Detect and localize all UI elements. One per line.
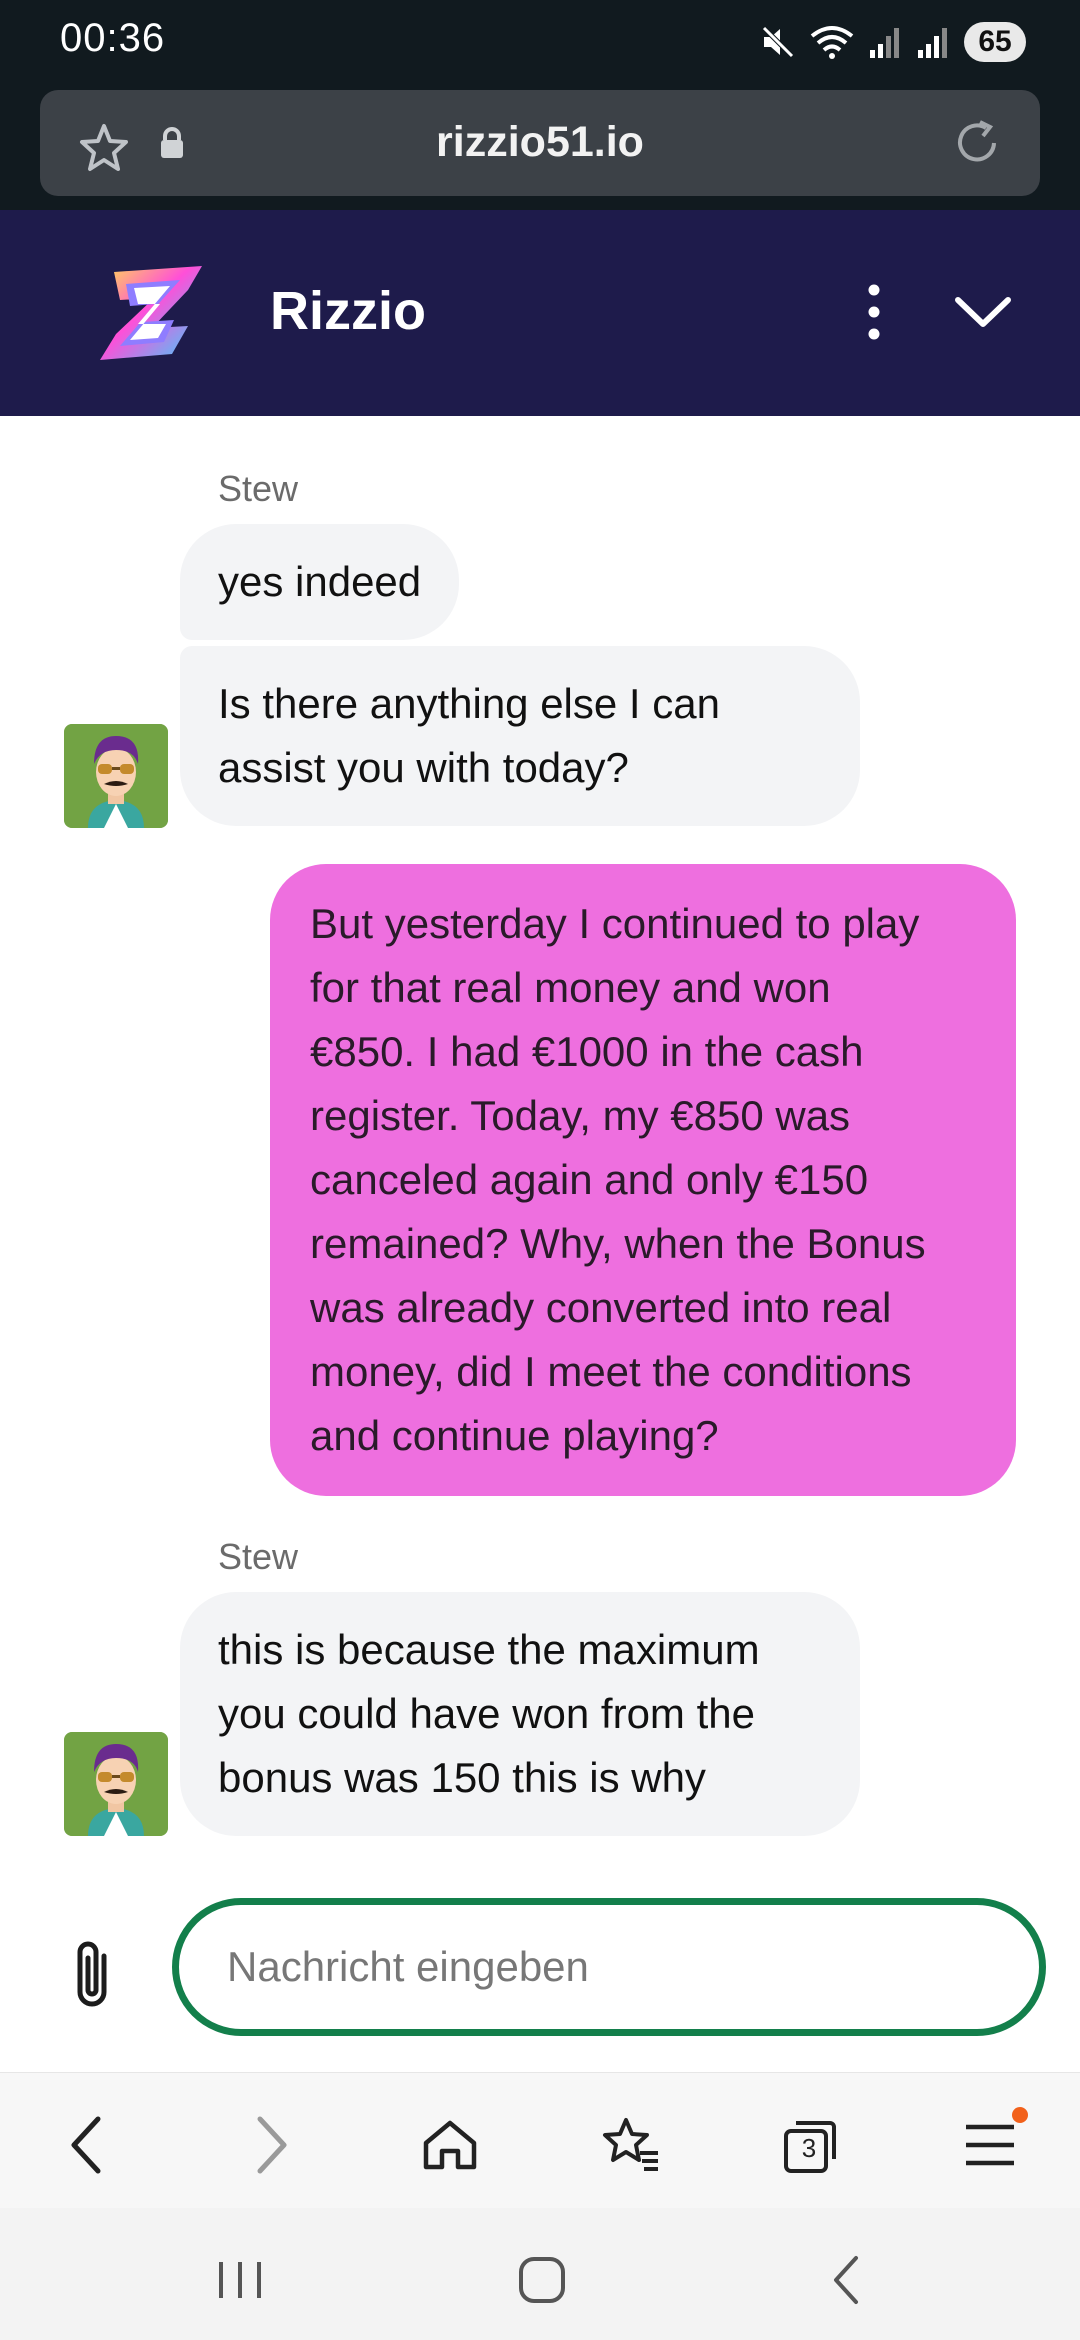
forward-button[interactable] <box>236 2109 308 2181</box>
agent-message: yes indeed <box>180 524 460 640</box>
reload-icon[interactable] <box>950 116 1004 170</box>
notification-dot <box>1012 2107 1028 2123</box>
battery-indicator: 65 <box>964 22 1026 62</box>
message-line: Is there anything else I can <box>218 680 720 727</box>
message-line: you could have won from the <box>218 1690 755 1737</box>
hamburger-menu-icon <box>966 2124 1014 2166</box>
message-line: yes indeed <box>218 558 422 605</box>
paperclip-icon[interactable] <box>68 1936 120 2012</box>
user-message: But yesterday I continued to play for th… <box>270 864 1016 1496</box>
sender-name: Stew <box>218 468 299 509</box>
signal-icon-2 <box>918 28 947 58</box>
message-line: for that real money and won <box>310 964 831 1011</box>
tab-count: 3 <box>801 2133 817 2163</box>
home-square-icon <box>519 2257 565 2303</box>
agent-avatar-icon <box>64 724 168 828</box>
agent-avatar <box>64 724 168 828</box>
message-line: money, did I meet the conditions <box>310 1348 912 1395</box>
agent-avatar-icon <box>64 1732 168 1836</box>
message-line: this is because the maximum <box>218 1626 760 1673</box>
home-system-button[interactable] <box>512 2250 572 2310</box>
bookmarks-button[interactable] <box>594 2109 666 2181</box>
address-bar[interactable]: rizzio51.io <box>40 90 1040 196</box>
agent-avatar <box>64 1732 168 1836</box>
more-options-icon[interactable] <box>856 280 892 344</box>
chat-header: Rizzio <box>0 210 1080 416</box>
mute-icon <box>762 26 794 58</box>
status-time: 00:36 <box>60 16 166 60</box>
signal-icon-1 <box>870 28 899 58</box>
message-input[interactable] <box>172 1898 1046 2036</box>
composer <box>0 1876 1080 2072</box>
tabs-button[interactable]: 3 <box>774 2109 846 2181</box>
message-line: canceled again and only €150 <box>310 1156 869 1203</box>
url-text[interactable]: rizzio51.io <box>40 118 1040 167</box>
recents-icon <box>219 2262 261 2298</box>
back-button[interactable] <box>50 2109 122 2181</box>
agent-message: Is there anything else I can assist you … <box>180 646 860 826</box>
status-bar: 00:36 65 <box>0 0 1080 84</box>
message-line: register. Today, my €850 was <box>310 1092 851 1139</box>
message-line: remained? Why, when the Bonus <box>310 1220 926 1267</box>
sender-name: Stew <box>218 1536 299 1577</box>
agent-message: this is because the maximum you could ha… <box>180 1592 860 1836</box>
system-navigation-bar <box>0 2208 1080 2340</box>
message-line: bonus was 150 this is why <box>218 1754 706 1801</box>
browser-bottom-bar: 3 <box>0 2072 1080 2208</box>
message-line: was already converted into real <box>310 1284 892 1331</box>
system-back-button[interactable] <box>816 2250 876 2310</box>
message-line: and continue playing? <box>310 1412 719 1459</box>
message-line: But yesterday I continued to play <box>310 900 920 947</box>
browser-toolbar: rizzio51.io <box>0 84 1080 210</box>
message-line: €850. I had €1000 in the cash <box>310 1028 864 1075</box>
chat-title: Rizzio <box>270 281 426 341</box>
message-list[interactable]: Stew yes indeed Is there anything else I… <box>0 416 1080 1876</box>
status-icons: 65 <box>760 18 1026 66</box>
message-line: assist you with today? <box>218 744 629 791</box>
wifi-icon <box>810 26 854 59</box>
chevron-down-icon[interactable] <box>952 286 1014 336</box>
home-button[interactable] <box>414 2109 486 2181</box>
recent-apps-button[interactable] <box>210 2250 270 2310</box>
home-icon <box>423 2120 477 2170</box>
chevron-left-icon <box>71 2116 101 2174</box>
rizzio-logo-icon <box>100 266 202 360</box>
menu-button[interactable] <box>954 2107 1028 2181</box>
bookmark-list-icon <box>603 2118 658 2171</box>
chevron-right-icon <box>257 2116 287 2174</box>
back-arrow-icon <box>834 2256 858 2304</box>
